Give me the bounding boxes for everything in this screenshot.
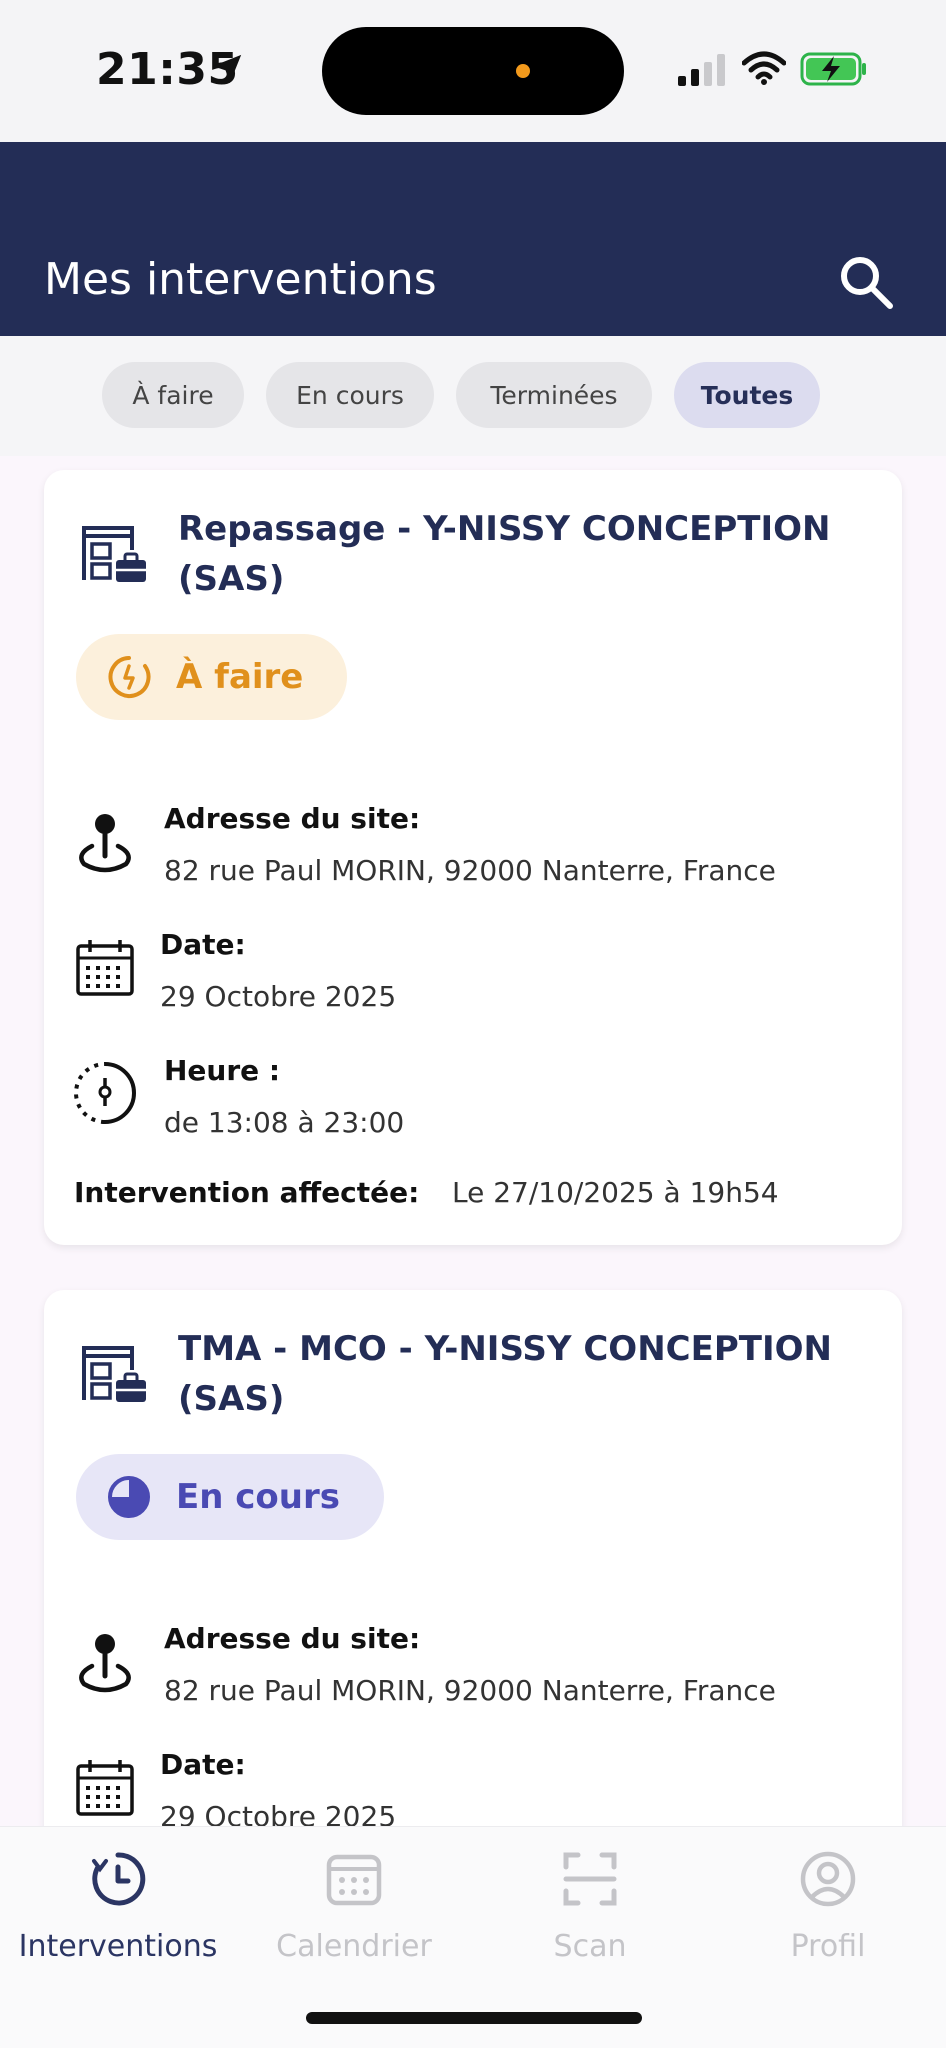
nav-item-calendar[interactable]: Calendrier xyxy=(236,1849,472,1989)
nav-label: Interventions xyxy=(18,1929,218,1964)
dynamic-island xyxy=(322,27,624,115)
home-indicator xyxy=(306,2012,642,2024)
calendar-icon xyxy=(76,1760,134,1816)
pie-progress-icon xyxy=(108,1476,150,1518)
status-badge-label: À faire xyxy=(176,657,304,697)
intervention-card[interactable]: Repassage - Y-NISSY CONCEPTION (SAS) À f… xyxy=(44,470,902,1245)
address-label: Adresse du site: xyxy=(164,802,421,835)
wifi-icon xyxy=(742,51,786,85)
time-label: Heure : xyxy=(164,1054,281,1087)
assigned-label: Intervention affectée: xyxy=(74,1176,420,1209)
timer-icon xyxy=(108,656,151,698)
status-badge-in-progress: En cours xyxy=(76,1454,384,1540)
cellular-signal-icon xyxy=(678,54,725,86)
page-title: Mes interventions xyxy=(44,254,437,305)
calendar-icon xyxy=(76,940,134,996)
intervention-title: TMA - MCO - Y-NISSY CONCEPTION (SAS) xyxy=(178,1329,832,1419)
address-value: 82 rue Paul MORIN, 92000 Nanterre, Franc… xyxy=(164,854,776,887)
filter-chip-all[interactable]: Toutes xyxy=(674,362,820,428)
address-label: Adresse du site: xyxy=(164,1622,421,1655)
search-button[interactable] xyxy=(836,252,896,312)
nav-item-scan[interactable]: Scan xyxy=(472,1849,708,1989)
nav-item-profile[interactable]: Profil xyxy=(710,1849,946,1989)
nav-label: Profil xyxy=(790,1929,866,1964)
profile-icon xyxy=(800,1851,856,1907)
calendar-icon xyxy=(326,1854,382,1906)
date-value: 29 Octobre 2025 xyxy=(160,980,397,1013)
assigned-value: Le 27/10/2025 à 19h54 xyxy=(452,1176,779,1209)
intervention-title: Repassage - Y-NISSY CONCEPTION (SAS) xyxy=(178,509,831,599)
location-pin-icon xyxy=(79,814,131,873)
status-badge-label: En cours xyxy=(176,1477,340,1517)
scan-icon xyxy=(563,1852,617,1906)
filter-chip-in-progress[interactable]: En cours xyxy=(266,362,434,428)
status-filter-bar: À faire En cours Terminées Toutes xyxy=(0,336,946,456)
date-label: Date: xyxy=(160,1748,246,1781)
building-toolbox-icon xyxy=(82,526,146,582)
clock-icon xyxy=(74,1062,136,1124)
location-arrow-icon xyxy=(212,54,242,84)
location-pin-icon xyxy=(79,1634,131,1693)
search-icon xyxy=(841,257,893,309)
filter-chip-done[interactable]: Terminées xyxy=(456,362,652,428)
building-toolbox-icon xyxy=(82,1346,146,1402)
filter-chip-todo[interactable]: À faire xyxy=(102,362,244,428)
time-value: de 13:08 à 23:00 xyxy=(164,1106,405,1139)
mic-indicator-dot xyxy=(516,64,530,78)
date-label: Date: xyxy=(160,928,246,961)
app-header: Mes interventions xyxy=(0,142,946,336)
address-value: 82 rue Paul MORIN, 92000 Nanterre, Franc… xyxy=(164,1674,776,1707)
nav-label: Scan xyxy=(553,1929,627,1964)
battery-charging-icon xyxy=(800,52,866,86)
status-bar: 21:35 xyxy=(0,0,946,142)
clock-icon xyxy=(92,1852,146,1906)
status-badge-todo: À faire xyxy=(76,634,348,720)
nav-label: Calendrier xyxy=(276,1929,432,1964)
nav-item-interventions[interactable]: Interventions xyxy=(0,1849,236,1989)
